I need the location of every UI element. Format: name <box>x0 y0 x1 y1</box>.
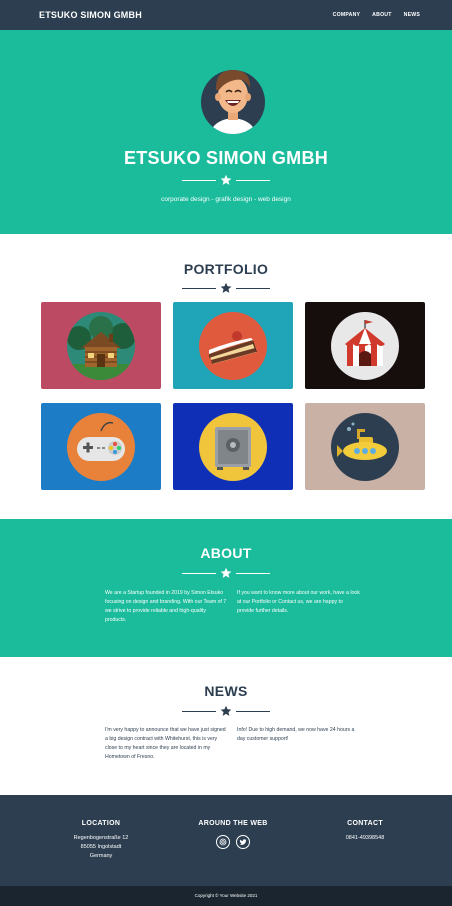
about-text-left: We are a Startup founded in 2019 by Simo… <box>105 590 227 623</box>
globe-icon <box>219 838 227 846</box>
portfolio-title: PORTFOLIO <box>183 261 269 277</box>
navbar: ETSUKO SIMON GMBH COMPANY ABOUT NEWS <box>0 0 452 30</box>
location-title: LOCATION <box>81 820 121 827</box>
about-section: ABOUT We are a Startup founded in 2019 b… <box>0 519 452 657</box>
about-text-right: If you want to know more about our work,… <box>237 590 360 614</box>
twitter-icon <box>239 839 247 845</box>
address-line: 85055 Ingolstadt <box>80 844 122 850</box>
hero-subtitle: corporate design - grafik design - web d… <box>161 196 291 203</box>
contact-phone[interactable]: 0841-49398548 <box>300 834 430 843</box>
news-text-left: I'm very happy to announce that we have … <box>105 727 226 760</box>
footer-location: LOCATION Regenbogenstraße 12 85055 Ingol… <box>36 820 166 861</box>
hero-section: ETSUKO SIMON GMBH corporate design - gra… <box>0 30 452 234</box>
cake-icon <box>199 312 267 380</box>
address-line: Germany <box>89 853 113 859</box>
address-line: Regenbogenstraße 12 <box>73 835 129 841</box>
portfolio-divider <box>0 282 452 294</box>
about-divider <box>0 567 452 579</box>
nav-link-about[interactable]: ABOUT <box>372 12 391 18</box>
portfolio-item-cake[interactable] <box>173 302 293 389</box>
hero-title: ETSUKO SIMON GMBH <box>123 148 329 168</box>
avatar <box>201 70 265 134</box>
around-web-title: AROUND THE WEB <box>198 820 268 827</box>
portfolio-item-controller[interactable] <box>41 403 161 490</box>
social-link[interactable] <box>236 835 250 849</box>
about-title: ABOUT <box>200 545 252 561</box>
brand-link[interactable]: ETSUKO SIMON GMBH <box>39 10 142 20</box>
news-text-right: Info! Due to high demand, we now have 24… <box>237 727 355 742</box>
star-icon <box>220 705 232 716</box>
circus-tent-icon <box>331 312 399 380</box>
footer: LOCATION Regenbogenstraße 12 85055 Ingol… <box>0 795 452 886</box>
game-controller-icon <box>67 413 135 481</box>
portfolio-item-submarine[interactable] <box>305 403 425 490</box>
news-title: NEWS <box>204 683 248 699</box>
star-icon <box>220 282 232 293</box>
portfolio-item-cabin[interactable] <box>41 302 161 389</box>
contact-title: CONTACT <box>347 820 383 827</box>
star-icon <box>220 567 232 578</box>
copyright: Copyright © Your Website 2021 <box>0 886 452 906</box>
submarine-icon <box>331 413 399 481</box>
nav-link-company[interactable]: COMPANY <box>333 12 361 18</box>
footer-contact: CONTACT 0841-49398548 <box>300 820 430 843</box>
social-links <box>168 835 298 849</box>
cabin-icon <box>67 312 135 380</box>
footer-around-web: AROUND THE WEB <box>168 820 298 849</box>
portfolio-item-safe[interactable] <box>173 403 293 490</box>
news-section: NEWS I'm very happy to announce that we … <box>0 657 452 795</box>
news-divider <box>0 705 452 717</box>
portfolio-section: PORTFOLIO <box>0 234 452 519</box>
social-link[interactable] <box>216 835 230 849</box>
hero-divider <box>0 174 452 186</box>
nav-link-news[interactable]: NEWS <box>404 12 420 18</box>
nav-links: COMPANY ABOUT NEWS <box>333 12 420 18</box>
portfolio-item-circus[interactable] <box>305 302 425 389</box>
safe-icon <box>199 413 267 481</box>
star-icon <box>220 174 232 185</box>
